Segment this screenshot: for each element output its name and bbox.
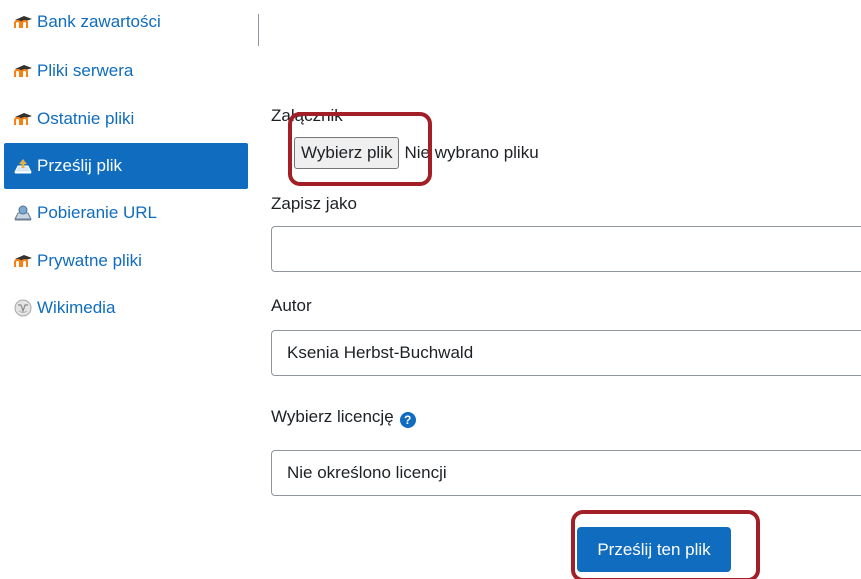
file-picker-page: Bank zawartości Pliki serwera Ostatnie p… <box>0 0 861 579</box>
sidebar-item-wikimedia[interactable]: Wikimedia <box>4 285 248 331</box>
moodle-icon <box>13 63 33 79</box>
license-label-row: Wybierz licencję? <box>271 407 416 428</box>
sidebar-item-upload-file[interactable]: Prześlij plik <box>4 143 248 189</box>
sidebar-item-label: Prześlij plik <box>37 156 123 175</box>
divider <box>258 14 259 46</box>
sidebar-item-label: Pobieranie URL <box>37 203 158 222</box>
repository-sidebar: Bank zawartości Pliki serwera Ostatnie p… <box>0 0 248 579</box>
save-as-label: Zapisz jako <box>271 194 357 213</box>
sidebar-item-label: Prywatne pliki <box>37 251 142 270</box>
no-file-chosen-text: Nie wybrano pliku <box>404 143 539 162</box>
save-as-input[interactable] <box>271 226 861 272</box>
author-input[interactable] <box>271 330 861 376</box>
sidebar-item-private-files[interactable]: Prywatne pliki <box>4 238 248 284</box>
license-selected-value: Nie określono licencji <box>287 463 447 482</box>
upload-this-file-button[interactable]: Prześlij ten plik <box>577 527 731 572</box>
wikimedia-icon <box>13 299 33 317</box>
license-label: Wybierz licencję <box>271 407 394 426</box>
upload-icon <box>13 158 33 174</box>
sidebar-item-label: Ostatnie pliki <box>37 109 135 128</box>
sidebar-item-content-bank[interactable]: Bank zawartości <box>4 0 248 45</box>
license-select[interactable]: Nie określono licencji <box>271 450 861 496</box>
sidebar-item-label: Bank zawartości <box>37 12 161 31</box>
author-label: Autor <box>271 296 312 315</box>
moodle-icon <box>13 14 33 30</box>
sidebar-item-label: Pliki serwera <box>37 61 134 80</box>
sidebar-item-server-files[interactable]: Pliki serwera <box>4 48 248 94</box>
attachment-label: Załącznik <box>271 106 343 125</box>
choose-file-button[interactable]: Wybierz plik <box>294 137 400 169</box>
url-download-icon <box>13 205 33 221</box>
file-picker-row: Wybierz plik Nie wybrano pliku <box>294 136 539 170</box>
help-question-icon[interactable]: ? <box>399 412 416 428</box>
sidebar-item-url-download[interactable]: Pobieranie URL <box>4 190 248 236</box>
sidebar-item-recent-files[interactable]: Ostatnie pliki <box>4 96 248 142</box>
moodle-icon <box>13 111 33 127</box>
sidebar-item-label: Wikimedia <box>37 298 116 317</box>
moodle-icon <box>13 253 33 269</box>
